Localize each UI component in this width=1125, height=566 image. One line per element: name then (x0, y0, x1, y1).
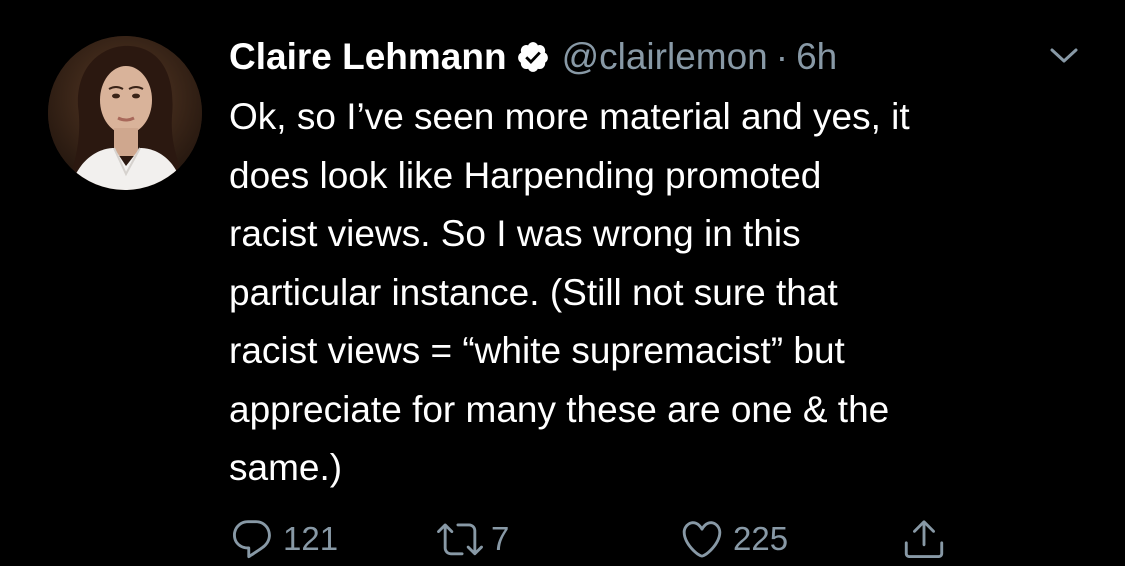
author-handle[interactable]: @clairlemon (562, 36, 768, 78)
separator-dot: · (775, 36, 789, 77)
like-icon (682, 521, 722, 558)
reply-button[interactable]: 121 (229, 512, 338, 566)
chevron-down-icon[interactable] (1046, 44, 1082, 68)
retweet-count: 7 (491, 520, 510, 557)
tweet-text: Ok, so I’ve seen more material and yes, … (229, 96, 910, 488)
display-name[interactable]: Claire Lehmann (229, 36, 507, 78)
retweet-icon (437, 523, 483, 556)
share-icon (904, 520, 944, 559)
verified-badge-icon (516, 40, 550, 74)
reply-icon (233, 520, 271, 559)
share-button[interactable] (901, 512, 955, 566)
retweet-button[interactable]: 7 (437, 512, 509, 566)
reply-count: 121 (283, 520, 339, 557)
like-button[interactable]: 225 (679, 512, 788, 566)
tweet-actions: 121 7 225 (229, 512, 989, 566)
avatar[interactable] (48, 36, 202, 190)
tweet-header: Claire Lehmann @clairlemon · 6h (229, 34, 837, 80)
avatar-photo (48, 36, 202, 190)
tweet-timestamp[interactable]: 6h (796, 36, 837, 78)
tweet: Claire Lehmann @clairlemon · 6h Ok, so I… (0, 0, 1125, 566)
like-count: 225 (733, 520, 789, 557)
